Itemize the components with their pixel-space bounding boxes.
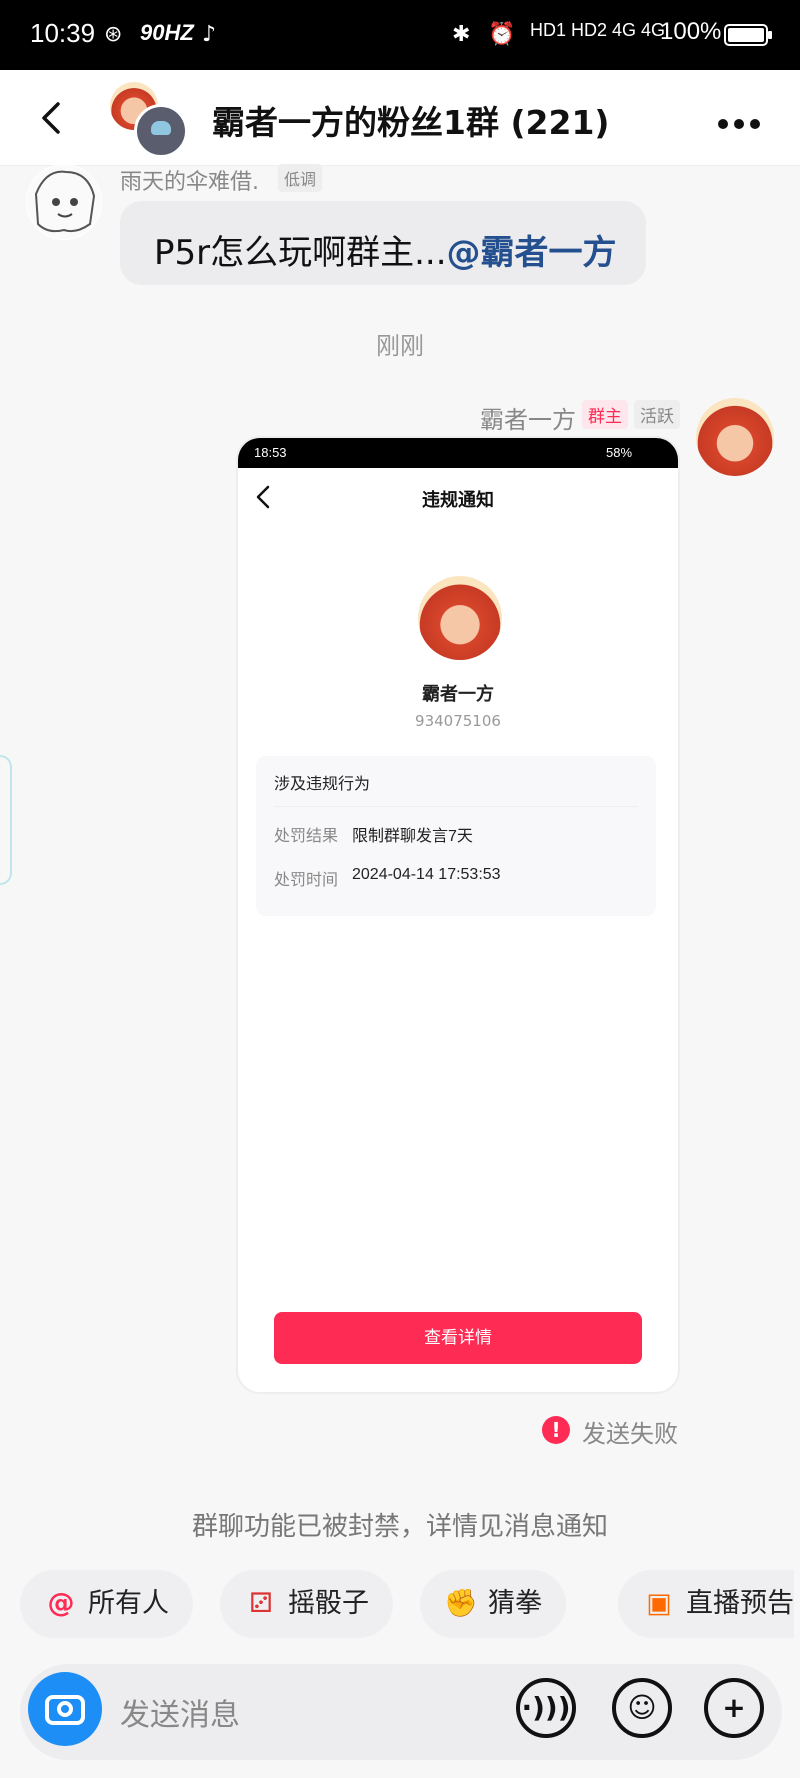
chip-label: 直播预告 (686, 1588, 794, 1619)
sender-name: 雨天的伞难借. (120, 170, 259, 195)
screenshot-battery: 58% (606, 445, 633, 460)
view-details-button: 查看详情 (274, 1312, 642, 1364)
image-message[interactable]: 18:53 58% 违规通知 霸者一方 934075106 涉及违规行为 处罚结… (236, 436, 680, 1394)
sender-tag: 低调 (278, 164, 323, 192)
bluetooth-icon: ✱ (452, 22, 471, 47)
battery-icon (724, 24, 772, 46)
tiktok-icon: ♪ (202, 22, 217, 47)
clock: 10:39 (30, 18, 96, 48)
own-name: 霸者一方 (480, 406, 576, 434)
violation-user-id: 934075106 (415, 712, 501, 730)
message-text: P5r怎么玩啊群主... (154, 233, 447, 273)
briefcase-icon: ▣ (646, 1588, 672, 1619)
violation-section-title: 涉及违规行为 (274, 774, 371, 793)
group-avatar-secondary[interactable] (134, 104, 188, 158)
voice-icon[interactable]: ·))) (516, 1678, 576, 1738)
time-label: 处罚时间 (274, 870, 339, 889)
own-avatar[interactable] (696, 398, 774, 476)
left-edge-panel (0, 755, 12, 885)
plus-icon[interactable]: + (704, 1678, 764, 1738)
fist-icon: ✊ (444, 1588, 478, 1619)
chip-rock-paper-scissors[interactable]: ✊ 猜拳 (420, 1570, 566, 1638)
message-input[interactable]: 发送消息 (120, 1690, 240, 1734)
send-failed-icon[interactable]: ! (542, 1416, 570, 1444)
owner-badge: 群主 (582, 400, 628, 429)
send-failed-text: 发送失败 (582, 1420, 678, 1448)
screenshot-time: 18:53 (254, 445, 287, 460)
chip-live-preview[interactable]: ▣ 直播预告 (618, 1570, 794, 1638)
chip-mention-all[interactable]: @ 所有人 (20, 1570, 193, 1638)
activity-badge: 活跃 (634, 400, 680, 429)
message-input-bar: 发送消息 ·))) ☺ + (20, 1664, 782, 1760)
result-value: 限制群聊发言7天 (352, 828, 473, 845)
message-bubble-incoming[interactable]: P5r怎么玩啊群主...@霸者一方 (120, 201, 646, 285)
violation-card: 涉及违规行为 处罚结果 限制群聊发言7天 处罚时间 2024-04-14 17:… (256, 756, 656, 916)
violation-user-avatar (418, 576, 502, 660)
chip-label: 猜拳 (488, 1588, 542, 1619)
status-bar: 10:39 ⊛ 90HZ ♪ ✱ ⏰ HD1 HD2 4G 4G 100% (0, 0, 800, 70)
emoji-icon[interactable]: ☺ (612, 1678, 672, 1738)
system-notice: 群聊功能已被封禁，详情见消息通知 (191, 1512, 608, 1542)
group-title[interactable]: 霸者一方的粉丝1群 (221) (212, 96, 610, 144)
chip-label: 所有人 (88, 1588, 169, 1619)
chip-dice[interactable]: ⚂ 摇骰子 (220, 1570, 393, 1638)
alarm-icon: ⏰ (488, 22, 516, 47)
chip-label: 摇骰子 (288, 1588, 369, 1619)
result-label: 处罚结果 (274, 826, 339, 845)
more-options-icon[interactable] (718, 114, 768, 129)
violation-user-name: 霸者一方 (422, 684, 494, 705)
violation-title: 违规通知 (422, 490, 494, 511)
message-timestamp: 刚刚 (376, 332, 424, 360)
aperture-icon: ⊛ (104, 22, 123, 47)
screenshot-status-bar: 18:53 58% (238, 438, 678, 468)
quick-actions: @ 所有人 ⚂ 摇骰子 ✊ 猜拳 ▣ 直播预告 (20, 1570, 800, 1640)
refresh-rate: 90HZ (140, 20, 194, 45)
battery-percent: 100% (660, 18, 722, 45)
sender-avatar[interactable] (26, 164, 102, 240)
dice-icon: ⚂ (249, 1588, 273, 1619)
camera-icon[interactable] (28, 1672, 102, 1746)
back-arrow-icon[interactable] (36, 100, 66, 136)
mention-link[interactable]: @霸者一方 (447, 233, 617, 273)
at-icon: @ (47, 1588, 75, 1619)
chat-header: 霸者一方的粉丝1群 (221) (0, 70, 800, 166)
divider (274, 806, 638, 807)
network-indicator: HD1 HD2 4G 4G (530, 20, 666, 40)
time-value: 2024-04-14 17:53:53 (352, 866, 501, 883)
